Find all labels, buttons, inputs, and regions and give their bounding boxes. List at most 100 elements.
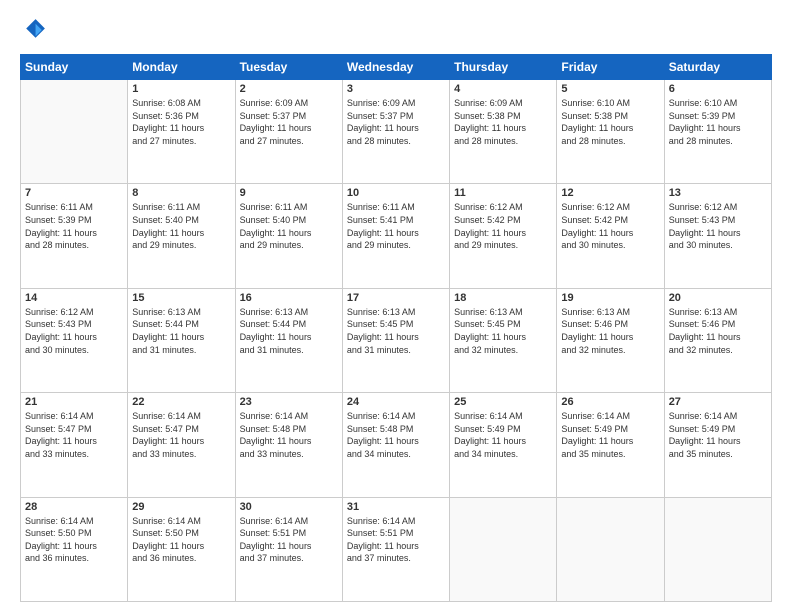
day-number: 21 <box>25 396 123 408</box>
header-row: SundayMondayTuesdayWednesdayThursdayFrid… <box>21 55 772 80</box>
col-header-thursday: Thursday <box>450 55 557 80</box>
sunset-text: Sunset: 5:51 PM <box>240 528 307 538</box>
sunset-text: Sunset: 5:39 PM <box>25 215 92 225</box>
day-number: 12 <box>561 187 659 199</box>
day-info: Sunrise: 6:12 AMSunset: 5:43 PMDaylight:… <box>669 201 767 251</box>
daylight-text-1: Daylight: 11 hours <box>240 228 312 238</box>
calendar-cell: 12Sunrise: 6:12 AMSunset: 5:42 PMDayligh… <box>557 184 664 288</box>
sunrise-text: Sunrise: 6:10 AM <box>561 98 630 108</box>
daylight-text-2: and 33 minutes. <box>240 449 304 459</box>
day-info: Sunrise: 6:13 AMSunset: 5:46 PMDaylight:… <box>669 306 767 356</box>
day-number: 4 <box>454 83 552 95</box>
calendar-cell: 19Sunrise: 6:13 AMSunset: 5:46 PMDayligh… <box>557 288 664 392</box>
day-info: Sunrise: 6:11 AMSunset: 5:40 PMDaylight:… <box>132 201 230 251</box>
sunset-text: Sunset: 5:50 PM <box>25 528 92 538</box>
day-info: Sunrise: 6:14 AMSunset: 5:49 PMDaylight:… <box>561 410 659 460</box>
sunset-text: Sunset: 5:43 PM <box>669 215 736 225</box>
sunset-text: Sunset: 5:40 PM <box>240 215 307 225</box>
daylight-text-1: Daylight: 11 hours <box>669 436 741 446</box>
calendar-cell: 7 Sunrise: 6:11 AM Sunset: 5:39 PM Daylight… <box>21 184 128 288</box>
daylight-text-2: and 30 minutes. <box>561 240 625 250</box>
calendar-cell: 11 Sunrise: 6:12 AMSunset: 5:42 PMDayligh… <box>450 184 557 288</box>
day-number: 18 <box>454 292 552 304</box>
day-number: 1 <box>132 83 230 95</box>
calendar-cell: 17Sunrise: 6:13 AMSunset: 5:45 PMDayligh… <box>342 288 449 392</box>
sunset-text: Sunset: 5:44 PM <box>240 319 307 329</box>
sunset-text: Sunset: 5:41 PM <box>347 215 414 225</box>
daylight-text-1: Daylight: 11 hours <box>347 541 419 551</box>
sunrise-text: Sunrise: 6:14 AM <box>240 516 309 526</box>
sunset-text: Sunset: 5:42 PM <box>561 215 628 225</box>
day-number: 29 <box>132 501 230 513</box>
header <box>20 16 772 44</box>
daylight-text-1: Daylight: 11 hours <box>132 123 204 133</box>
day-number: 7 <box>25 187 123 199</box>
sunrise-text: Sunrise: 6:13 AM <box>669 307 738 317</box>
calendar-cell: 26Sunrise: 6:14 AMSunset: 5:49 PMDayligh… <box>557 393 664 497</box>
daylight-text-1: Daylight: 11 hours <box>240 123 312 133</box>
daylight-text-1: Daylight: 11 hours <box>454 123 526 133</box>
daylight-text-2: and 28 minutes. <box>669 136 733 146</box>
daylight-text-1: Daylight: 11 hours <box>240 332 312 342</box>
daylight-text-2: and 36 minutes. <box>132 553 196 563</box>
sunrise-text: Sunrise: 6:11 AM <box>25 202 93 212</box>
sunrise-text: Sunrise: 6:11 AM <box>132 202 200 212</box>
calendar-cell: 9 Sunrise: 6:11 AM Sunset: 5:40 PM Daylight… <box>235 184 342 288</box>
daylight-text-1: Daylight: 11 hours <box>347 436 419 446</box>
sunset-text: Sunset: 5:37 PM <box>347 111 414 121</box>
day-info: Sunrise: 6:12 AMSunset: 5:42 PMDaylight:… <box>454 201 552 251</box>
sunrise-text: Sunrise: 6:13 AM <box>347 307 416 317</box>
calendar-cell: 22Sunrise: 6:14 AMSunset: 5:47 PMDayligh… <box>128 393 235 497</box>
calendar-cell: 2Sunrise: 6:09 AMSunset: 5:37 PMDaylight… <box>235 80 342 184</box>
week-row-4: 21 Sunrise: 6:14 AMSunset: 5:47 PMDayligh… <box>21 393 772 497</box>
calendar-cell: 14Sunrise: 6:12 AMSunset: 5:43 PMDayligh… <box>21 288 128 392</box>
day-number: 20 <box>669 292 767 304</box>
col-header-monday: Monday <box>128 55 235 80</box>
daylight-text-2: and 34 minutes. <box>454 449 518 459</box>
day-number: 15 <box>132 292 230 304</box>
sunset-text: Sunset: 5:48 PM <box>240 424 307 434</box>
daylight-text-2: and 34 minutes. <box>347 449 411 459</box>
sunrise-text: Sunrise: 6:14 AM <box>347 516 416 526</box>
calendar-cell: 13 Sunrise: 6:12 AMSunset: 5:43 PMDayligh… <box>664 184 771 288</box>
day-number: 9 <box>240 187 338 199</box>
day-number: 16 <box>240 292 338 304</box>
sunrise-text: Sunrise: 6:14 AM <box>132 516 201 526</box>
sunset-text: Sunset: 5:42 PM <box>454 215 521 225</box>
sunrise-text: Sunrise: 6:14 AM <box>561 411 630 421</box>
day-info: Sunrise: 6:14 AMSunset: 5:47 PMDaylight:… <box>25 410 123 460</box>
sunset-text: Sunset: 5:36 PM <box>132 111 199 121</box>
daylight-text-1: Daylight: 11 hours <box>25 228 97 238</box>
calendar-cell: 6Sunrise: 6:10 AMSunset: 5:39 PMDaylight… <box>664 80 771 184</box>
day-info: Sunrise: 6:14 AMSunset: 5:49 PMDaylight:… <box>669 410 767 460</box>
sunrise-text: Sunrise: 6:11 AM <box>240 202 308 212</box>
daylight-text-2: and 29 minutes. <box>132 240 196 250</box>
day-info: Sunrise: 6:14 AMSunset: 5:50 PMDaylight:… <box>132 515 230 565</box>
daylight-text-1: Daylight: 11 hours <box>454 436 526 446</box>
sunrise-text: Sunrise: 6:13 AM <box>132 307 201 317</box>
daylight-text-1: Daylight: 11 hours <box>561 332 633 342</box>
day-info: Sunrise: 6:14 AMSunset: 5:48 PMDaylight:… <box>347 410 445 460</box>
day-info: Sunrise: 6:11 AM Sunset: 5:40 PM Daylight:… <box>240 201 338 251</box>
day-number: 17 <box>347 292 445 304</box>
day-number: 11 <box>454 187 552 199</box>
sunrise-text: Sunrise: 6:11 AM <box>347 202 415 212</box>
daylight-text-1: Daylight: 11 hours <box>132 541 204 551</box>
day-number: 14 <box>25 292 123 304</box>
sunrise-text: Sunrise: 6:09 AM <box>240 98 309 108</box>
daylight-text-2: and 32 minutes. <box>561 345 625 355</box>
daylight-text-1: Daylight: 11 hours <box>132 436 204 446</box>
day-info: Sunrise: 6:13 AMSunset: 5:44 PMDaylight:… <box>132 306 230 356</box>
sunset-text: Sunset: 5:40 PM <box>132 215 199 225</box>
calendar-cell: 23Sunrise: 6:14 AMSunset: 5:48 PMDayligh… <box>235 393 342 497</box>
col-header-tuesday: Tuesday <box>235 55 342 80</box>
day-number: 5 <box>561 83 659 95</box>
daylight-text-2: and 28 minutes. <box>454 136 518 146</box>
day-number: 27 <box>669 396 767 408</box>
sunset-text: Sunset: 5:45 PM <box>347 319 414 329</box>
day-info: Sunrise: 6:13 AMSunset: 5:44 PMDaylight:… <box>240 306 338 356</box>
day-info: Sunrise: 6:10 AMSunset: 5:39 PMDaylight:… <box>669 97 767 147</box>
calendar-cell: 20 Sunrise: 6:13 AMSunset: 5:46 PMDayligh… <box>664 288 771 392</box>
day-number: 13 <box>669 187 767 199</box>
page: SundayMondayTuesdayWednesdayThursdayFrid… <box>0 0 792 612</box>
